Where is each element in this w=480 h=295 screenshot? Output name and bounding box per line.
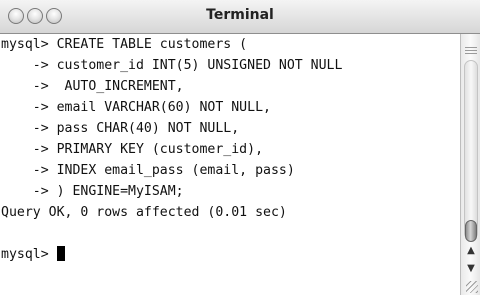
scroll-thumb[interactable] — [465, 220, 477, 242]
vertical-scrollbar[interactable]: ▲ ▼ — [460, 34, 480, 295]
scroll-down-arrow-icon[interactable]: ▼ — [465, 262, 477, 276]
resize-grip-icon[interactable] — [466, 281, 478, 293]
terminal-line: mysql> CREATE TABLE customers ( — [1, 37, 248, 52]
scroll-track[interactable] — [464, 60, 478, 240]
prompt: mysql> — [1, 247, 57, 262]
terminal-line: Query OK, 0 rows affected (0.01 sec) — [1, 205, 287, 220]
title-bar[interactable]: Terminal — [0, 0, 480, 34]
terminal-lines: mysql> CREATE TABLE customers ( -> custo… — [0, 34, 460, 265]
text-cursor — [56, 246, 65, 261]
terminal-prompt-line[interactable]: mysql> — [0, 244, 460, 265]
scrollbar-grip-icon — [465, 47, 477, 55]
terminal-line: -> INDEX email_pass (email, pass) — [1, 163, 295, 178]
terminal-line: -> PRIMARY KEY (customer_id), — [1, 142, 264, 157]
terminal-line: -> customer_id INT(5) UNSIGNED NOT NULL — [1, 58, 343, 73]
terminal-line: -> email VARCHAR(60) NOT NULL, — [1, 100, 271, 115]
terminal-line: -> pass CHAR(40) NOT NULL, — [1, 121, 240, 136]
scroll-up-arrow-icon[interactable]: ▲ — [465, 244, 477, 258]
terminal-line: -> AUTO_INCREMENT, — [1, 79, 184, 94]
terminal-window: Terminal mysql> CREATE TABLE customers (… — [0, 0, 480, 295]
terminal-content[interactable]: mysql> CREATE TABLE customers ( -> custo… — [0, 34, 460, 295]
terminal-line: -> ) ENGINE=MyISAM; — [1, 184, 184, 199]
window-title: Terminal — [206, 7, 274, 23]
